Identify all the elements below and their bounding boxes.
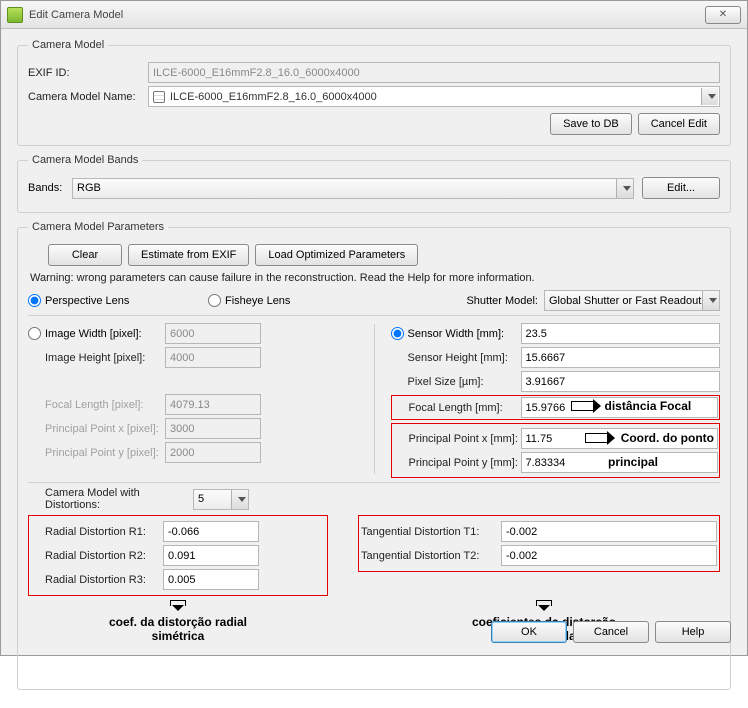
sensor-width-input[interactable] [521, 323, 721, 344]
r2-input[interactable] [163, 545, 259, 566]
pixel-size-label: Pixel Size [µm]: [391, 376, 521, 388]
annotation-radial-2: simétrica [28, 629, 328, 643]
group-bands: Camera Model Bands Bands: Edit... [17, 154, 731, 213]
unit-mm-radio[interactable]: Sensor Width [mm]: [391, 327, 521, 340]
focal-mm-label: Focal Length [mm]: [393, 402, 521, 414]
save-to-db-button[interactable]: Save to DB [550, 113, 632, 135]
focal-pixel-input [165, 394, 261, 415]
titlebar: Edit Camera Model ✕ [1, 1, 747, 29]
radial-distortion-box: Radial Distortion R1: Radial Distortion … [28, 515, 328, 596]
window-title: Edit Camera Model [29, 9, 705, 21]
group-camera-model: Camera Model EXIF ID: Camera Model Name:… [17, 39, 731, 146]
chevron-down-icon [702, 291, 719, 310]
dialog-edit-camera-model: Edit Camera Model ✕ Camera Model EXIF ID… [0, 0, 748, 656]
r3-label: Radial Distortion R3: [31, 574, 163, 586]
camera-name-value: ILCE-6000_E16mmF2.8_16.0_6000x4000 [170, 91, 377, 103]
col-pixel: Image Width [pixel]: Image Height [pixel… [28, 320, 358, 466]
image-width-input [165, 323, 261, 344]
ppx-mm-label: Principal Point x [mm]: [393, 433, 521, 445]
exif-id-input [148, 62, 720, 83]
t2-label: Tangential Distortion T2: [361, 550, 501, 562]
chevron-down-icon [701, 88, 718, 105]
bands-label: Bands: [28, 182, 72, 194]
r3-input[interactable] [163, 569, 259, 590]
col-mm: Sensor Width [mm]: Sensor Height [mm]: P… [391, 320, 721, 478]
cancel-edit-button[interactable]: Cancel Edit [638, 113, 720, 135]
image-height-input [165, 347, 261, 368]
estimate-exif-button[interactable]: Estimate from EXIF [128, 244, 249, 266]
r1-label: Radial Distortion R1: [31, 526, 163, 538]
app-icon [7, 7, 23, 23]
ppx-mm-input[interactable] [521, 428, 719, 449]
camera-name-select[interactable]: ILCE-6000_E16mmF2.8_16.0_6000x4000 [148, 86, 720, 107]
sensor-height-input[interactable] [521, 347, 721, 368]
t2-input[interactable] [501, 545, 717, 566]
ppy-mm-label: Principal Point y [mm]: [393, 457, 521, 469]
ppx-pixel-label: Principal Point x [pixel]: [28, 423, 165, 435]
arrow-down-icon [534, 598, 554, 612]
vertical-separator [374, 324, 375, 474]
ppy-mm-input[interactable] [521, 452, 719, 473]
pixel-size-input[interactable] [521, 371, 721, 392]
perspective-lens-radio[interactable]: Perspective Lens [28, 294, 208, 307]
chevron-down-icon [616, 179, 633, 198]
ppx-pixel-input [165, 418, 261, 439]
close-button[interactable]: ✕ [705, 6, 741, 24]
unit-pixel-radio[interactable]: Image Width [pixel]: [28, 327, 165, 340]
load-optimized-button[interactable]: Load Optimized Parameters [255, 244, 418, 266]
t1-input[interactable] [501, 521, 717, 542]
ppy-pixel-input [165, 442, 261, 463]
content-area: Camera Model EXIF ID: Camera Model Name:… [1, 29, 747, 708]
legend-camera-model: Camera Model [28, 39, 108, 51]
database-icon [153, 91, 165, 103]
warning-text: Warning: wrong parameters can cause fail… [30, 272, 720, 284]
edit-bands-button[interactable]: Edit... [642, 177, 720, 199]
help-button[interactable]: Help [655, 621, 731, 643]
clear-button[interactable]: Clear [48, 244, 122, 266]
shutter-model-select[interactable] [544, 290, 720, 311]
tangential-distortion-box: Tangential Distortion T1: Tangential Dis… [358, 515, 720, 572]
focal-mm-input[interactable] [521, 397, 719, 418]
exif-id-label: EXIF ID: [28, 67, 148, 79]
r1-input[interactable] [163, 521, 259, 542]
camera-name-label: Camera Model Name: [28, 91, 148, 103]
fisheye-lens-radio[interactable]: Fisheye Lens [208, 294, 388, 307]
legend-bands: Camera Model Bands [28, 154, 142, 166]
group-parameters: Camera Model Parameters Clear Estimate f… [17, 221, 731, 690]
annotation-radial-1: coef. da distorção radial [28, 615, 328, 629]
ppy-pixel-label: Principal Point y [pixel]: [28, 447, 165, 459]
dialog-button-bar: OK Cancel Help [491, 621, 731, 643]
bands-select[interactable] [72, 178, 634, 199]
ok-button[interactable]: OK [491, 621, 567, 643]
shutter-model-label: Shutter Model: [466, 295, 538, 307]
arrow-down-icon [168, 598, 188, 612]
chevron-down-icon [231, 490, 248, 509]
t1-label: Tangential Distortion T1: [361, 526, 501, 538]
distortion-order-label: Camera Model with Distortions: [28, 487, 193, 511]
image-height-label: Image Height [pixel]: [28, 352, 165, 364]
legend-parameters: Camera Model Parameters [28, 221, 168, 233]
cancel-button[interactable]: Cancel [573, 621, 649, 643]
sensor-height-label: Sensor Height [mm]: [391, 352, 521, 364]
focal-pixel-label: Focal Length [pixel]: [28, 399, 165, 411]
r2-label: Radial Distortion R2: [31, 550, 163, 562]
